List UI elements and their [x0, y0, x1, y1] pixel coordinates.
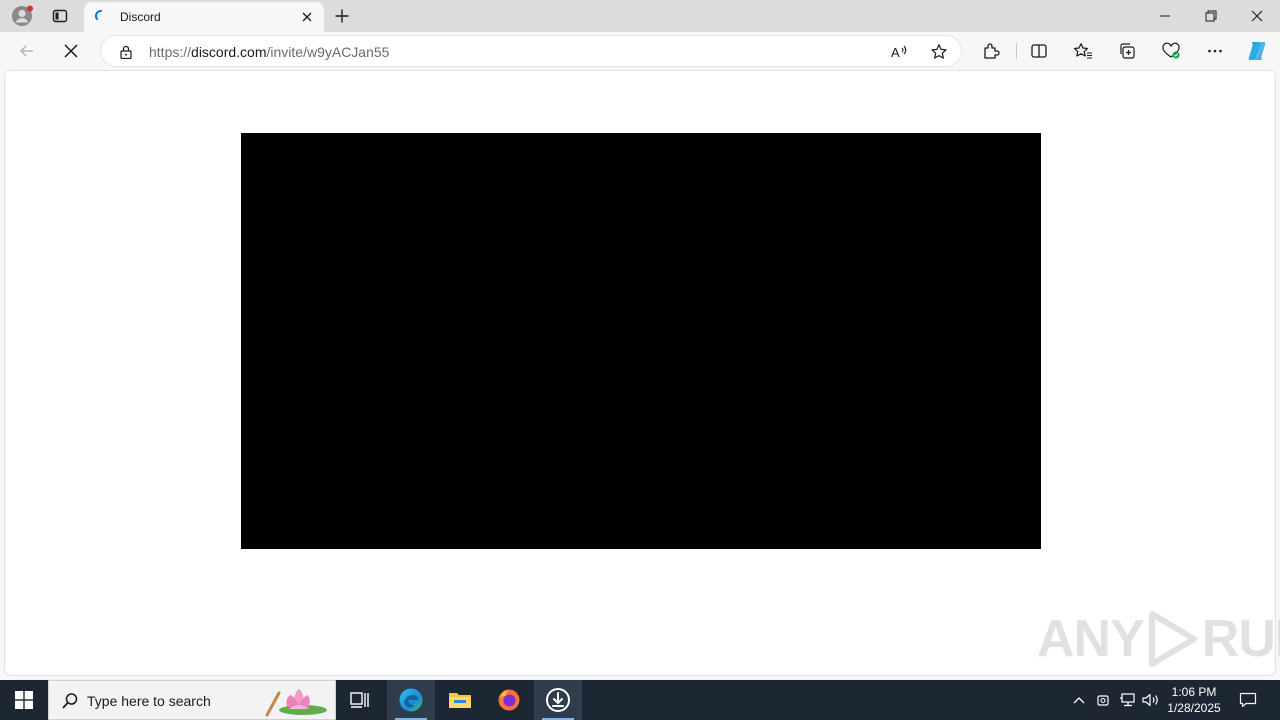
split-screen-icon	[1031, 44, 1047, 58]
notifications-button[interactable]	[1232, 680, 1264, 720]
search-placeholder: Type here to search	[87, 693, 211, 709]
collections-icon	[1120, 43, 1135, 59]
url-path: /invite/w9yACJan55	[266, 44, 390, 60]
page-viewport: ANY RUN	[4, 70, 1280, 676]
close-tab-icon[interactable]	[300, 10, 314, 24]
extensions-icon	[984, 43, 1000, 59]
collections-button[interactable]	[1112, 36, 1142, 66]
firefox-icon	[498, 689, 520, 711]
read-aloud-icon: A	[891, 45, 907, 60]
close-icon	[1251, 10, 1263, 22]
plus-icon	[335, 9, 349, 23]
profile-icon	[12, 5, 33, 26]
volume-button[interactable]	[1140, 680, 1162, 720]
minimize-icon	[1160, 15, 1170, 17]
taskbar-firefox[interactable]	[485, 680, 533, 720]
back-icon	[19, 45, 33, 57]
task-view-button[interactable]	[336, 680, 384, 720]
search-icon	[62, 693, 78, 709]
favorites-icon	[1073, 43, 1092, 59]
browser-essentials-button[interactable]	[1156, 36, 1186, 66]
tab-title: Discord	[120, 10, 161, 24]
tab-actions-button[interactable]	[46, 4, 74, 28]
tab-discord[interactable]: Discord	[84, 2, 324, 32]
url-text: https://discord.com/invite/w9yACJan55	[149, 44, 389, 60]
notification-icon	[1239, 692, 1257, 708]
watermark-left: ANY	[1037, 610, 1145, 668]
taskbar-file-explorer[interactable]	[436, 680, 484, 720]
browser-toolbar: https://discord.com/invite/w9yACJan55 A	[0, 32, 1280, 70]
restore-button[interactable]	[1188, 0, 1234, 32]
more-icon	[1208, 49, 1222, 53]
minimize-button[interactable]	[1142, 0, 1188, 32]
black-media-area	[241, 133, 1041, 549]
clock-time: 1:06 PM	[1171, 685, 1217, 699]
profile-button[interactable]	[8, 4, 36, 28]
split-screen-button[interactable]	[1024, 36, 1054, 66]
add-favorite-button[interactable]	[927, 40, 951, 64]
favorites-button[interactable]	[1068, 36, 1098, 66]
lock-icon[interactable]	[119, 45, 133, 59]
url-host: discord.com	[191, 44, 267, 60]
taskbar-edge[interactable]	[387, 680, 435, 720]
new-tab-button[interactable]	[330, 4, 354, 28]
screen: Discord https://discord.com/invite/w9yAC…	[0, 0, 1280, 720]
edge-icon	[399, 688, 423, 712]
meet-now-button[interactable]	[1092, 680, 1114, 720]
taskbar-downloader[interactable]	[534, 680, 582, 720]
close-window-button[interactable]	[1234, 0, 1280, 32]
file-explorer-icon	[449, 693, 471, 708]
read-aloud-button[interactable]: A	[887, 40, 911, 64]
stop-icon	[64, 44, 78, 58]
back-button[interactable]	[12, 36, 42, 66]
url-scheme: https://	[149, 44, 192, 60]
restore-icon	[1205, 10, 1217, 22]
show-hidden-icons-button[interactable]	[1068, 680, 1090, 720]
toolbar-divider	[1016, 43, 1017, 59]
chevron-up-icon	[1073, 697, 1085, 704]
clock-date: 1/28/2025	[1167, 701, 1221, 715]
downloader-icon	[546, 688, 570, 712]
taskbar-clock[interactable]: 1:06 PM 1/28/2025	[1160, 684, 1228, 716]
start-button[interactable]	[0, 680, 48, 720]
task-view-icon	[350, 692, 369, 708]
copilot-button[interactable]	[1242, 36, 1272, 66]
windows-logo-icon	[15, 691, 33, 709]
taskbar-search-box[interactable]: Type here to search	[48, 680, 336, 720]
tab-strip: Discord	[0, 0, 1280, 32]
volume-icon	[1142, 693, 1158, 707]
taskbar: Type here to search 1:06 PM 1/28/2025	[0, 680, 1280, 720]
browser-essentials-icon	[1162, 42, 1180, 59]
play-logo-icon	[1148, 611, 1197, 667]
favorite-star-icon	[931, 44, 947, 59]
stop-button[interactable]	[56, 36, 86, 66]
extensions-button[interactable]	[976, 36, 1006, 66]
water-lily-icon	[265, 689, 327, 717]
svg-text:A: A	[891, 45, 900, 60]
anyrun-watermark: ANY RUN	[1037, 609, 1280, 669]
network-button[interactable]	[1116, 680, 1138, 720]
address-bar[interactable]: https://discord.com/invite/w9yACJan55 A	[100, 35, 962, 67]
more-button[interactable]	[1200, 36, 1230, 66]
meet-now-icon	[1097, 695, 1109, 706]
tab-actions-icon	[52, 9, 68, 23]
watermark-right: RUN	[1201, 610, 1280, 668]
discord-loading-icon	[95, 10, 102, 20]
network-icon	[1120, 693, 1135, 707]
copilot-icon	[1248, 42, 1266, 60]
